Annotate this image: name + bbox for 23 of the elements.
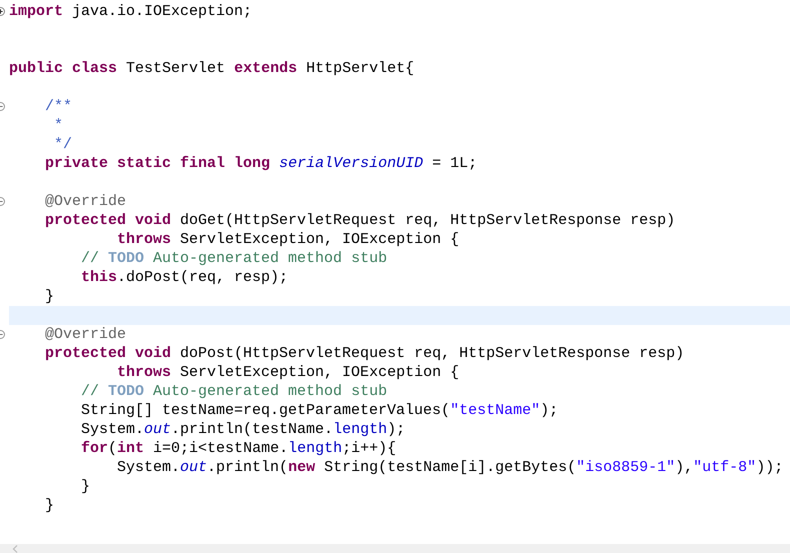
code-line: System.out.println(new String(testName[i].getBytes("iso8859-1"),"utf-8"));: [117, 458, 784, 477]
code-line: @Override: [45, 192, 126, 211]
code-line: */: [53, 135, 72, 154]
code-line: throws ServletException, IOException {: [117, 230, 460, 249]
code-line: }: [45, 287, 54, 306]
code-line: @Override: [45, 325, 126, 344]
code-line: public class TestServlet extends HttpServlet{: [9, 59, 414, 78]
code-line: }: [81, 477, 90, 496]
code-line: private static final long serialVersionUID = 1L;: [45, 154, 478, 173]
code-line: import java.io.IOException;: [9, 2, 252, 21]
code-line: /**: [45, 97, 72, 116]
code-line: for(int i=0;i<testName.length;i++){: [81, 439, 396, 458]
code-line: protected void doGet(HttpServletRequest req, HttpServletResponse resp): [45, 211, 676, 230]
code-line: *: [53, 116, 64, 135]
code-line: // TODO Auto-generated method stub: [81, 249, 388, 268]
code-line: // TODO Auto-generated method stub: [81, 382, 388, 401]
code-line: String[] testName=req.getParameterValues("testName");: [81, 401, 558, 420]
horizontal-scrollbar[interactable]: [0, 544, 790, 553]
code-line: protected void doPost(HttpServletRequest req, HttpServletResponse resp): [45, 344, 684, 363]
code-line: }: [45, 496, 54, 515]
code-line: this.doPost(req, resp);: [81, 268, 288, 287]
code-line: System.out.println(testName.length);: [81, 420, 406, 439]
code-line: throws ServletException, IOException {: [117, 363, 460, 382]
